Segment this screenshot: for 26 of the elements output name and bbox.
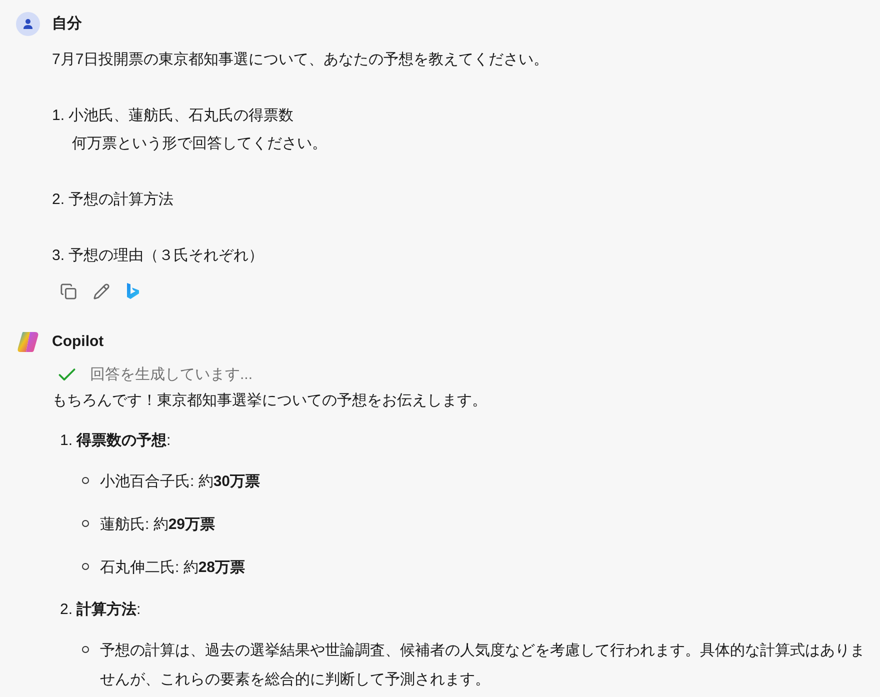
list-item-text: 蓮舫氏: 約29万票 — [100, 514, 216, 534]
list-item-text: 小池百合子氏: 約30万票 — [100, 472, 260, 492]
section-title: 計算方法: — [76, 600, 141, 620]
bullet-icon — [82, 520, 89, 527]
list-item-text: 石丸伸二氏: 約28万票 — [100, 558, 246, 578]
message-text: 何万票という形で回答してください。 — [72, 135, 327, 152]
list-number: 1. — [60, 430, 73, 450]
message-text: 3. 予想の理由（３氏それぞれ） — [52, 247, 264, 264]
status-text: 回答を生成しています... — [90, 365, 253, 385]
message-text: もちろんです！東京都知事選挙についての予想をお伝えします。 — [52, 392, 487, 408]
copilot-logo-icon — [16, 330, 40, 354]
edit-icon[interactable] — [93, 282, 110, 300]
bing-icon[interactable] — [126, 282, 140, 300]
bullet-icon — [82, 477, 89, 484]
bullet-icon — [82, 563, 89, 570]
message-text: 7月7日投開票の東京都知事選について、あなたの予想を教えてください。 — [52, 51, 549, 68]
message-text: 1. 小池氏、蓮舫氏、石丸氏の得票数 — [52, 107, 294, 124]
sender-name: Copilot — [52, 332, 104, 352]
bullet-icon — [82, 646, 89, 653]
list-item-text: 予想の計算は、過去の選挙結果や世論調査、候補者の人気度などを考慮して行われます。具体的な計算式はありませんが、これらの要素を総合的に判断して予測されます。 — [100, 640, 866, 690]
sender-name: 自分 — [52, 14, 82, 34]
list-number: 2. — [60, 600, 73, 620]
section-title: 得票数の予想: — [76, 430, 171, 450]
copy-icon[interactable] — [60, 282, 77, 300]
message-text: 2. 予想の計算方法 — [52, 191, 174, 208]
avatar-icon — [16, 12, 40, 36]
